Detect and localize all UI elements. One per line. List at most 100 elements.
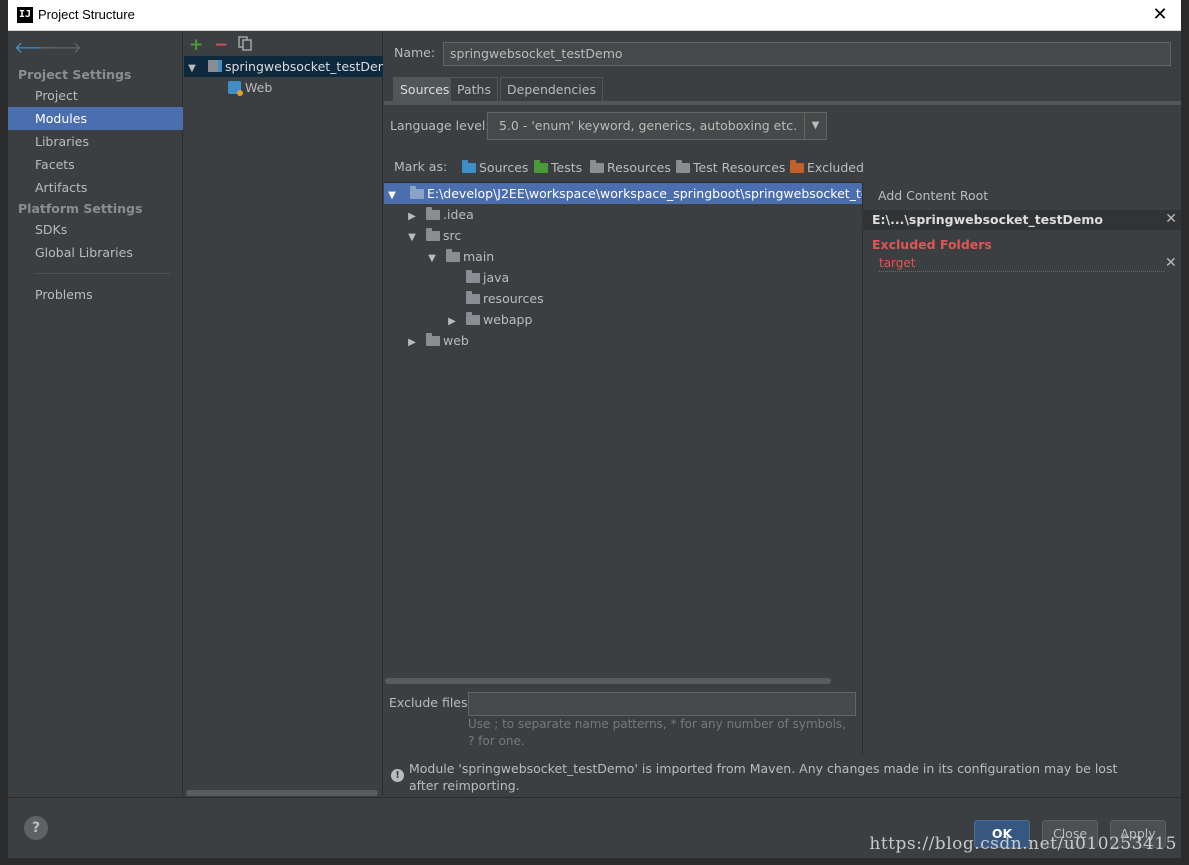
folder-icon: [466, 291, 480, 304]
sidebar-item-libraries[interactable]: Libraries: [8, 130, 183, 153]
expand-toggle-icon[interactable]: ▶: [406, 206, 418, 227]
node-label: resources: [483, 291, 544, 306]
tree-root-node[interactable]: ▼ E:\develop\J2EE\workspace\workspace_sp…: [386, 183, 917, 204]
module-icon: [207, 60, 222, 72]
mark-test-resources-label: Test Resources: [693, 160, 786, 175]
mark-as-sources-button[interactable]: Sources: [462, 159, 528, 177]
excluded-folder-target[interactable]: target: [879, 256, 1164, 272]
arrow-right-icon[interactable]: 🡒: [39, 37, 82, 57]
node-label: webapp: [483, 312, 533, 327]
folder-icon: [466, 270, 480, 283]
language-level-value: 5.0 - 'enum' keyword, generics, autoboxi…: [499, 118, 798, 133]
settings-sidebar: 🡐 🡒 Project Settings Project Modules Lib…: [8, 31, 183, 796]
excluded-folders-title: Excluded Folders: [872, 237, 992, 252]
mark-as-tests-button[interactable]: Tests: [534, 159, 582, 177]
language-level-dropdown[interactable]: 5.0 - 'enum' keyword, generics, autoboxi…: [487, 112, 827, 140]
watermark: https://blog.csdn.net/u010253415: [869, 834, 1177, 854]
sidebar-item-facets[interactable]: Facets: [8, 153, 183, 176]
name-label: Name:: [394, 45, 436, 60]
sources-folder-icon: [462, 160, 476, 173]
sidebar-item-project[interactable]: Project: [8, 84, 183, 107]
sidebar-item-artifacts[interactable]: Artifacts: [8, 176, 183, 199]
facet-label: Web: [245, 80, 273, 95]
tab-sources[interactable]: Sources: [393, 77, 457, 101]
language-level-label: Language level:: [390, 118, 490, 133]
mark-resources-label: Resources: [607, 160, 671, 175]
folder-icon: [446, 249, 460, 262]
screen-edge-right: [1181, 0, 1189, 865]
module-list-panel: + − ▼ springwebsocket_testDemo Web: [184, 31, 383, 796]
module-tree-item[interactable]: ▼ springwebsocket_testDemo: [186, 56, 383, 77]
folder-icon: [409, 186, 424, 199]
expand-toggle-icon[interactable]: ▼: [186, 58, 198, 77]
folder-icon: [426, 333, 440, 346]
exclude-files-input[interactable]: [468, 692, 856, 716]
add-content-root-label: Add Content Root: [878, 188, 989, 203]
sidebar-item-sdks[interactable]: SDKs: [8, 218, 183, 241]
root-path-label: E:\develop\J2EE\workspace\workspace_spri…: [426, 186, 918, 201]
node-label: java: [483, 270, 510, 285]
remove-module-button[interactable]: −: [214, 35, 228, 55]
mark-as-label: Mark as:: [394, 159, 448, 174]
window-close-button[interactable]: ✕: [1149, 4, 1171, 26]
tree-node-resources[interactable]: resources: [466, 288, 544, 309]
copy-icon[interactable]: [238, 36, 252, 51]
folder-icon: [426, 207, 440, 220]
screen-edge-bottom: [0, 857, 1189, 865]
node-label: src: [443, 228, 462, 243]
content-root-path: E:\...\springwebsocket_testDemo: [872, 212, 1104, 227]
tab-underline: [384, 101, 1181, 105]
remove-excluded-icon[interactable]: ✕: [1165, 255, 1177, 271]
excluded-folder-icon: [790, 160, 804, 173]
maven-notice-text: Module 'springwebsocket_testDemo' is imp…: [409, 761, 1118, 793]
help-button[interactable]: ?: [24, 816, 48, 840]
module-name-input[interactable]: springwebsocket_testDemo: [443, 42, 1171, 66]
tab-dependencies[interactable]: Dependencies: [500, 77, 603, 101]
tree-node-src[interactable]: ▼ src: [406, 225, 461, 246]
node-label: .idea: [443, 207, 474, 222]
window-title: Project Structure: [38, 7, 135, 22]
tree-node-main[interactable]: ▼ main: [426, 246, 494, 267]
sidebar-item-problems[interactable]: Problems: [8, 283, 183, 306]
sidebar-item-modules[interactable]: Modules: [8, 107, 183, 130]
tab-paths[interactable]: Paths: [450, 77, 498, 101]
module-list-scrollbar[interactable]: [186, 790, 378, 796]
collapse-toggle-icon[interactable]: ▼: [426, 248, 438, 269]
tree-node-webapp[interactable]: ▶ webapp: [446, 309, 532, 330]
sidebar-item-global-libraries[interactable]: Global Libraries: [8, 241, 183, 264]
mark-tests-label: Tests: [551, 160, 583, 175]
mark-as-excluded-button[interactable]: Excluded: [790, 159, 864, 177]
chevron-down-icon[interactable]: ▼: [804, 113, 826, 139]
tests-folder-icon: [534, 160, 548, 173]
facet-tree-item[interactable]: Web: [228, 77, 272, 98]
add-content-root-link[interactable]: Add Content Root: [878, 188, 988, 203]
remove-content-root-icon[interactable]: ✕: [1165, 211, 1177, 227]
collapse-toggle-icon[interactable]: ▼: [406, 227, 418, 248]
add-module-button[interactable]: +: [189, 35, 203, 55]
tree-horizontal-scrollbar[interactable]: [385, 678, 831, 684]
content-root-header: E:\...\springwebsocket_testDemo ✕: [862, 210, 1181, 230]
module-label: springwebsocket_testDemo: [224, 59, 383, 74]
intellij-logo-icon: IJ: [17, 7, 33, 23]
tree-node-java[interactable]: java: [466, 267, 509, 288]
collapse-toggle-icon[interactable]: ▼: [386, 185, 398, 206]
exclude-files-hint: Use ; to separate name patterns, * for a…: [468, 717, 846, 748]
folder-icon: [426, 228, 440, 241]
mark-as-resources-button[interactable]: Resources: [590, 159, 671, 177]
screen-edge-left: [0, 0, 8, 865]
tree-node-web[interactable]: ▶ web: [406, 330, 469, 351]
resources-folder-icon: [590, 160, 604, 173]
title-bar[interactable]: IJ Project Structure ✕: [8, 0, 1181, 31]
warning-icon: !: [391, 769, 404, 782]
project-settings-header: Project Settings: [18, 67, 132, 82]
expand-toggle-icon[interactable]: ▶: [406, 332, 418, 353]
node-label: main: [463, 249, 495, 264]
mark-as-test-resources-button[interactable]: Test Resources: [676, 159, 785, 177]
exclude-files-label: Exclude files:: [389, 695, 472, 710]
mark-sources-label: Sources: [479, 160, 529, 175]
node-label: web: [443, 333, 469, 348]
expand-toggle-icon[interactable]: ▶: [446, 311, 458, 332]
sidebar-divider: [35, 273, 170, 274]
tree-node-idea[interactable]: ▶ .idea: [406, 204, 474, 225]
folder-icon: [466, 312, 480, 325]
